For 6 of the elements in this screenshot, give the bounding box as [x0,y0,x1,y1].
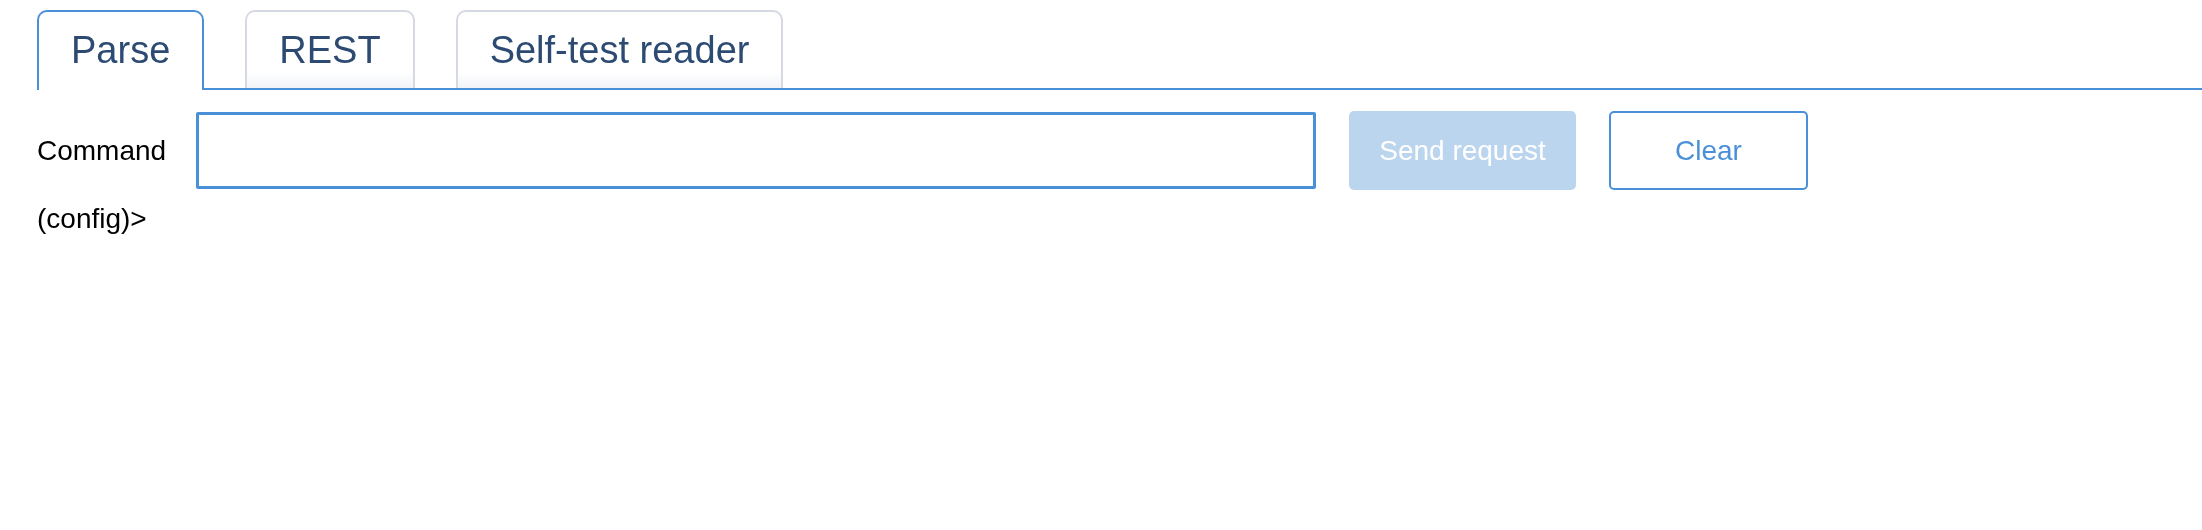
command-prompt: (config)> [37,202,148,236]
tab[interactable]: Parse [37,10,205,90]
tab[interactable]: REST [245,10,415,88]
tab[interactable]: Self-test reader [455,10,784,88]
command-input-field[interactable] [196,112,1316,189]
command-label: Command [37,133,168,168]
